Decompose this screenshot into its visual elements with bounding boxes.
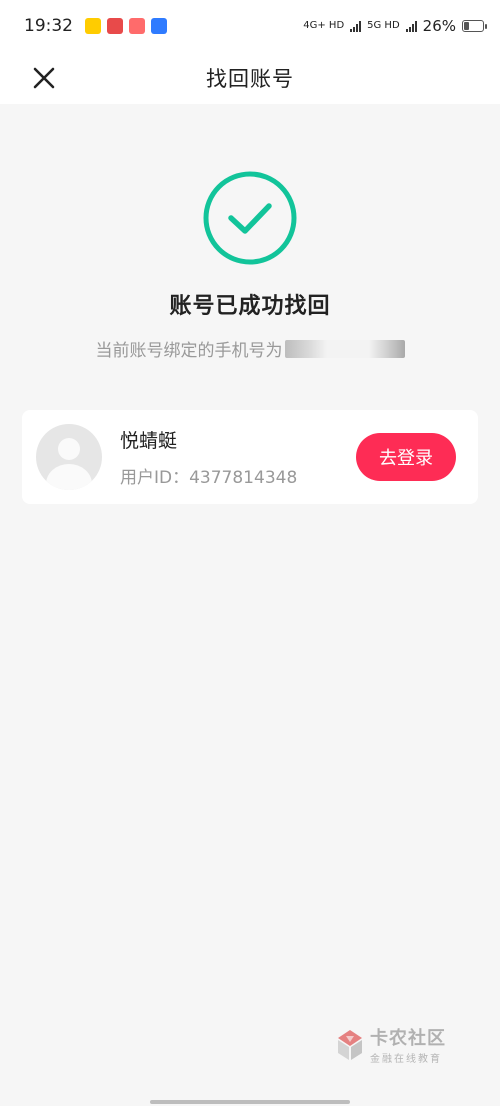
page-title: 找回账号: [206, 67, 294, 91]
account-card: 悦蜻蜓 用户ID：4377814348 去登录: [22, 410, 478, 504]
close-icon: [33, 67, 55, 89]
success-title: 账号已成功找回: [169, 294, 331, 319]
app-notification-icon: [85, 18, 101, 34]
success-section: 账号已成功找回 当前账号绑定的手机号为: [0, 170, 500, 361]
watermark: 卡农社区 金融在线教育: [334, 1024, 446, 1065]
account-info: 悦蜻蜓 用户ID：4377814348: [120, 426, 356, 488]
close-button[interactable]: [28, 62, 60, 94]
masked-phone-number: [284, 339, 405, 358]
app-notification-icon: [151, 18, 167, 34]
avatar-head: [58, 438, 80, 460]
app-notification-icon: [129, 18, 145, 34]
watermark-logo-icon: [338, 1029, 362, 1060]
watermark-sub: 金融在线教育: [370, 1054, 442, 1065]
login-button[interactable]: 去登录: [356, 433, 456, 481]
signal-icon: [350, 20, 362, 32]
check-circle-icon: [203, 171, 297, 265]
battery-icon: [462, 20, 487, 32]
avatar-body: [46, 464, 92, 490]
network-label: 5G HD: [367, 20, 400, 31]
avatar: [36, 424, 102, 490]
home-indicator[interactable]: [150, 1100, 350, 1104]
app-notification-icon: [107, 18, 123, 34]
phone-binding-text: 当前账号绑定的手机号为: [95, 341, 283, 361]
battery-percent: 26%: [422, 17, 456, 35]
status-bar: 19:32 4G+ HD 5G HD 26%: [0, 0, 500, 52]
status-left: 19:32: [24, 16, 167, 36]
watermark-main: 卡农社区: [370, 1028, 446, 1049]
watermark-text: 卡农社区 金融在线教育: [370, 1024, 446, 1065]
status-right: 4G+ HD 5G HD 26%: [303, 17, 487, 35]
account-user-id: 用户ID：4377814348: [120, 468, 298, 488]
status-time: 19:32: [24, 16, 73, 36]
signal-icon: [405, 20, 417, 32]
network-label: 4G+ HD: [303, 20, 345, 31]
success-subtitle: 当前账号绑定的手机号为: [96, 336, 405, 361]
account-nickname: 悦蜻蜓: [120, 430, 178, 452]
battery-level: [464, 22, 470, 30]
header: 找回账号: [0, 52, 500, 104]
